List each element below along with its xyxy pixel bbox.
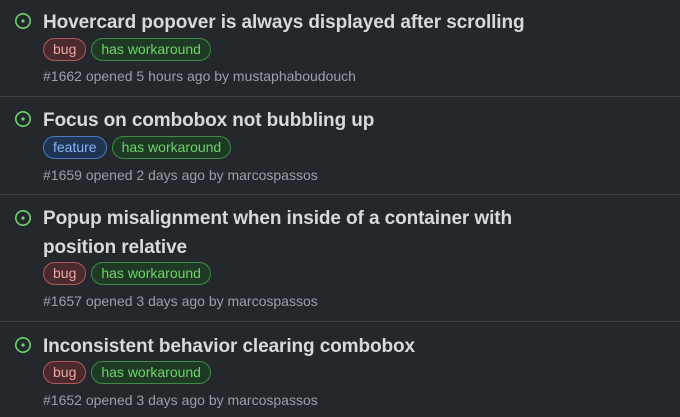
label-has-workaround[interactable]: has workaround <box>91 262 211 285</box>
issue-labels: bug has workaround <box>43 38 211 62</box>
issue-meta: #1659 opened 2 days ago by marcospassos <box>43 167 318 183</box>
issue-meta: #1652 opened 3 days ago by marcospassos <box>43 392 318 408</box>
issue-list: Hovercard popover is always displayed af… <box>0 0 680 417</box>
issue-title[interactable]: Hovercard popover is always displayed af… <box>43 8 563 37</box>
issue-labels: bug has workaround <box>43 361 211 385</box>
open-issue-icon <box>15 210 31 226</box>
label-has-workaround[interactable]: has workaround <box>111 136 232 159</box>
issue-title[interactable]: Inconsistent behavior clearing combobox <box>43 332 563 361</box>
label-feature[interactable]: feature <box>43 136 107 159</box>
open-issue-icon <box>15 13 31 29</box>
issue-row: Popup misalignment when inside of a cont… <box>0 195 680 322</box>
issue-title[interactable]: Popup misalignment when inside of a cont… <box>43 204 563 262</box>
issue-row: Hovercard popover is always displayed af… <box>0 0 680 97</box>
issue-title[interactable]: Focus on combobox not bubbling up <box>43 106 563 135</box>
open-issue-icon <box>15 111 31 127</box>
issue-labels: feature has workaround <box>43 136 232 160</box>
issue-meta: #1657 opened 3 days ago by marcospassos <box>43 293 318 309</box>
issue-row: Focus on combobox not bubbling up featur… <box>0 97 680 195</box>
label-has-workaround[interactable]: has workaround <box>91 361 211 384</box>
label-has-workaround[interactable]: has workaround <box>91 38 211 61</box>
label-bug[interactable]: bug <box>43 38 87 61</box>
issue-labels: bug has workaround <box>43 262 211 286</box>
issue-meta: #1662 opened 5 hours ago by mustaphaboud… <box>43 68 356 84</box>
issue-row: Inconsistent behavior clearing combobox … <box>0 322 680 417</box>
open-issue-icon <box>15 337 31 353</box>
label-bug[interactable]: bug <box>43 361 87 384</box>
label-bug[interactable]: bug <box>43 262 87 285</box>
